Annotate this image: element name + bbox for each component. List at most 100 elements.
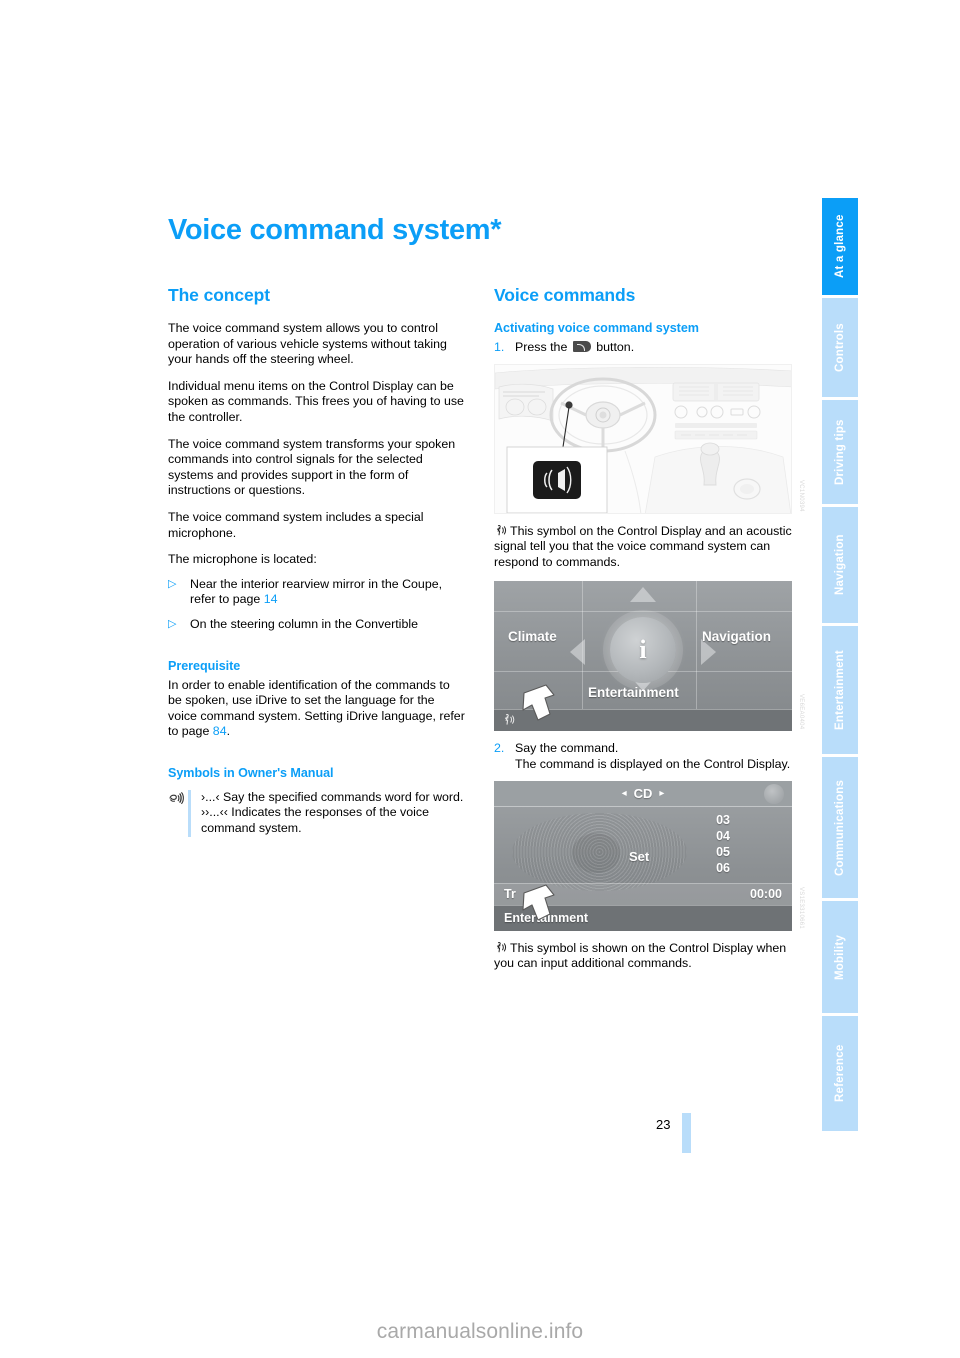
pointer-hand-icon <box>522 684 555 721</box>
prerequisite-text-tail: . <box>226 724 231 739</box>
voice-prompt-symbol-icon <box>502 713 515 731</box>
cd-track-item[interactable]: 03 <box>716 813 730 827</box>
heading-symbols-in-owners-manual: Symbols in Owner's Manual <box>168 765 334 780</box>
cd-track-label: Tr <box>504 887 516 902</box>
cd-elapsed-time: 00:00 <box>750 887 782 902</box>
figure-cd-screen: ◂ CD ▸ Set 03 04 05 06 Tr 00:00 Entertai… <box>494 780 804 931</box>
prerequisite-paragraph: In order to enable identification of the… <box>168 678 466 740</box>
symbols-note-line-2: ››...‹‹ Indicates the responses of the v… <box>201 805 429 836</box>
manual-page: At a glance Controls Driving tips Naviga… <box>0 0 960 1358</box>
cd-source-label: CD <box>633 785 653 801</box>
right-column: Voice commands Activating voice command … <box>494 285 804 983</box>
sidebar-tab-label: Communications <box>834 779 846 876</box>
bullet-text-main: Near the interior rearview mirror in the… <box>190 576 443 607</box>
symbols-note-block: ›...‹ Say the specified commands word fo… <box>168 789 466 837</box>
sidebar-tab-label: At a glance <box>834 214 846 279</box>
cd-header-bar: ◂ CD ▸ <box>494 780 792 807</box>
voice-button-icon <box>572 341 591 352</box>
sidebar-tab-label: Navigation <box>834 534 846 596</box>
pointer-hand-icon <box>522 884 555 921</box>
sidebar-tab-communications[interactable]: Communications <box>822 757 858 898</box>
section-tab-sidebar: At a glance Controls Driving tips Naviga… <box>822 198 858 1158</box>
bullet-triangle-icon: ▷ <box>168 577 177 590</box>
grid-line <box>696 581 697 710</box>
sidebar-tab-label: Reference <box>834 1044 846 1103</box>
arrow-up-icon <box>630 587 656 603</box>
menu-item-navigation[interactable]: Navigation <box>702 629 771 644</box>
sidebar-tab-at-a-glance[interactable]: At a glance <box>822 198 858 295</box>
note-voice-symbol-1: This symbol on the Control Display and a… <box>494 524 792 571</box>
sidebar-tab-navigation[interactable]: Navigation <box>822 507 858 623</box>
car-interior-illustration <box>494 363 792 514</box>
grid-line <box>494 611 792 613</box>
bullet-text: Near the interior rearview mirror in the… <box>190 577 466 608</box>
step-text-before: Press the <box>515 340 571 354</box>
site-watermark: carmanualsonline.info <box>376 1320 584 1343</box>
controller-indicator-icon <box>764 783 784 804</box>
sidebar-tab-label: Driving tips <box>834 419 846 485</box>
sidebar-tab-mobility[interactable]: Mobility <box>822 901 858 1013</box>
two-column-body: The concept The voice command system all… <box>168 285 804 983</box>
figure-reference-code: VS1E3310661 <box>798 886 804 929</box>
next-arrow-icon[interactable]: ▸ <box>659 788 664 799</box>
bullet-text: On the steering column in the Convertibl… <box>190 616 418 631</box>
page-number-accent-bar <box>682 1113 691 1153</box>
concept-paragraph-4: The voice command system includes a spec… <box>168 509 424 540</box>
concept-paragraph-2: Individual menu items on the Control Dis… <box>168 378 464 424</box>
step-number: 1. <box>494 340 505 354</box>
figure-car-interior: VC1N0394 <box>494 363 804 514</box>
note-voice-symbol-2: This symbol is shown on the Control Disp… <box>494 941 792 972</box>
concept-paragraph-5: The microphone is located: <box>168 552 317 567</box>
cd-track-item[interactable]: 04 <box>716 829 730 843</box>
menu-item-entertainment[interactable]: Entertainment <box>588 685 679 700</box>
info-center-icon[interactable]: i <box>610 617 676 684</box>
prev-arrow-icon[interactable]: ◂ <box>622 788 627 799</box>
note-text: This symbol on the Control Display and a… <box>494 523 792 569</box>
page-reference-link[interactable]: 14 <box>264 592 278 606</box>
note-accent-rule <box>188 789 191 837</box>
voice-prompt-symbol-icon <box>494 941 507 954</box>
cd-disc-hub <box>572 832 620 873</box>
heading-the-concept: The concept <box>168 285 270 305</box>
figure-reference-code: VC1N0394 <box>798 479 804 512</box>
sidebar-tab-entertainment[interactable]: Entertainment <box>822 626 858 754</box>
info-glyph: i <box>639 635 647 665</box>
sidebar-tab-label: Entertainment <box>834 650 846 730</box>
left-column: The concept The voice command system all… <box>168 285 466 983</box>
bullet-triangle-icon: ▷ <box>168 617 177 630</box>
cd-playback-screenshot: ◂ CD ▸ Set 03 04 05 06 Tr 00:00 Entertai… <box>494 780 792 931</box>
sidebar-tab-driving-tips[interactable]: Driving tips <box>822 400 858 504</box>
voice-prompt-symbol-icon <box>494 524 507 537</box>
page-title: Voice command system* <box>168 214 502 246</box>
speech-mouth-icon <box>168 790 188 837</box>
cd-track-item[interactable]: 05 <box>716 845 730 859</box>
step-text-after: button. <box>592 340 635 354</box>
step-text: Say the command. The command is displaye… <box>515 741 791 771</box>
sidebar-tab-reference[interactable]: Reference <box>822 1016 858 1131</box>
heading-voice-commands: Voice commands <box>494 285 636 305</box>
page-content: Voice command system* The concept The vo… <box>168 214 804 983</box>
page-reference-link[interactable]: 84 <box>213 724 227 738</box>
step-number: 2. <box>494 741 505 756</box>
set-label[interactable]: Set <box>629 849 649 864</box>
list-item: ▷ Near the interior rearview mirror in t… <box>168 577 466 608</box>
list-item: ▷ On the steering column in the Converti… <box>168 617 466 633</box>
idrive-main-menu-screenshot: i Climate Navigation Entertainment <box>494 581 792 732</box>
cd-track-item[interactable]: 06 <box>716 861 730 875</box>
heading-activating-voice-command-system: Activating voice command system <box>494 321 699 335</box>
sidebar-tab-label: Mobility <box>834 934 846 980</box>
menu-item-climate[interactable]: Climate <box>508 629 557 644</box>
cd-track-list: 03 04 05 06 <box>690 813 730 875</box>
note-text: This symbol is shown on the Control Disp… <box>494 940 787 971</box>
numbered-step-2: 2. Say the command. The command is displ… <box>494 741 792 772</box>
symbols-note-text: ›...‹ Say the specified commands word fo… <box>201 790 466 837</box>
figure-idrive-menu: i Climate Navigation Entertainment VE6EA… <box>494 581 804 732</box>
figure-reference-code: VE6EA0404 <box>798 693 804 730</box>
arrow-left-icon <box>570 638 585 665</box>
concept-paragraph-1: The voice command system allows you to c… <box>168 321 447 367</box>
sidebar-tab-controls[interactable]: Controls <box>822 298 858 397</box>
page-number: 23 <box>656 1117 671 1132</box>
step-text: Press the button. <box>515 340 792 356</box>
symbols-note-line-1: ›...‹ Say the specified commands word fo… <box>201 789 464 804</box>
concept-paragraph-3: The voice command system transforms your… <box>168 436 456 498</box>
